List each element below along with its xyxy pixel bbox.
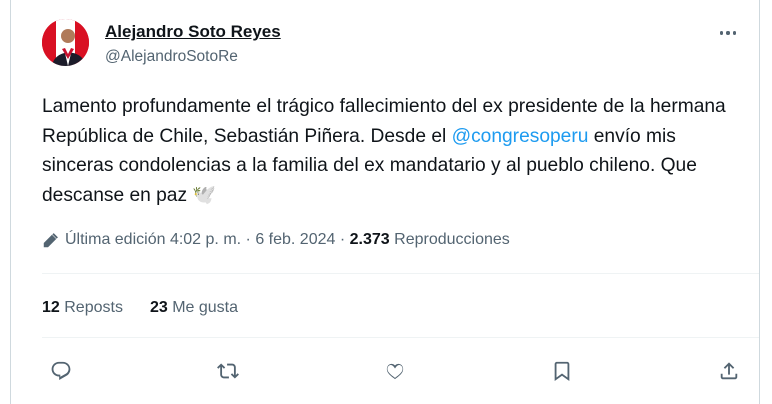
likes-count: 23 — [149, 299, 168, 316]
stats-row: 12 Reposts 23 Me gusta — [42, 299, 238, 317]
post-date[interactable]: 6 feb. 2024 — [255, 231, 335, 249]
post-time[interactable]: 4:02 p. m. — [170, 231, 241, 249]
divider — [42, 273, 759, 274]
share-icon[interactable] — [717, 359, 741, 383]
views-count: 2.373 — [349, 231, 390, 248]
views-label: Reproducciones — [394, 231, 510, 248]
heart-icon[interactable] — [383, 359, 407, 383]
separator: · — [245, 231, 251, 248]
edited-label[interactable]: Última edición — [65, 231, 165, 249]
more-icon[interactable] — [714, 22, 742, 44]
bookmark-icon[interactable] — [550, 359, 574, 383]
author-handle[interactable]: @AlejandroSotoRe — [105, 48, 238, 66]
divider — [42, 337, 759, 338]
pencil-icon — [42, 232, 59, 249]
tweet-card: Alejandro Soto Reyes @AlejandroSotoRe La… — [10, 0, 760, 404]
repost-icon[interactable] — [216, 359, 240, 383]
reposts-count: 12 — [42, 299, 60, 316]
mention-link[interactable]: @congresoperu — [452, 126, 589, 147]
separator: · — [339, 231, 346, 248]
likes-label: Me gusta — [172, 299, 239, 316]
author-name[interactable]: Alejandro Soto Reyes — [105, 22, 281, 42]
dove-emoji: 🕊️ — [192, 184, 217, 206]
tweet-meta: Última edición 4:02 p. m. · 6 feb. 2024 … — [42, 231, 510, 249]
reposts-stat[interactable]: 12 Reposts — [42, 299, 123, 317]
reply-icon[interactable] — [49, 359, 73, 383]
action-bar — [11, 359, 759, 383]
reposts-label: Reposts — [64, 299, 123, 316]
avatar[interactable] — [42, 19, 89, 66]
likes-stat[interactable]: 23 Me gusta — [150, 299, 238, 317]
tweet-text: Lamento profundamente el trágico falleci… — [42, 92, 742, 210]
